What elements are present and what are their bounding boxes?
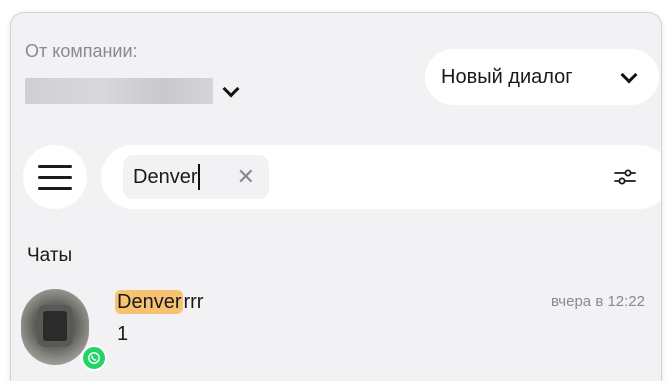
menu-bar bbox=[38, 164, 72, 168]
chat-timestamp: вчера в 12:22 bbox=[551, 293, 645, 310]
from-company-label: От компании: bbox=[25, 41, 138, 61]
menu-bar bbox=[38, 186, 72, 190]
search-bar: Denver ✕ bbox=[101, 145, 661, 209]
avatar bbox=[21, 289, 89, 365]
chevron-down-icon bbox=[222, 80, 240, 98]
chat-list-item[interactable]: Denver rrr 1 вчера в 12:22 bbox=[11, 281, 661, 381]
company-name-redacted bbox=[25, 78, 213, 104]
chats-section-title: Чаты bbox=[27, 245, 73, 266]
whatsapp-icon bbox=[81, 345, 107, 371]
search-query: Denver bbox=[133, 165, 198, 188]
chat-last-message: 1 bbox=[117, 323, 129, 345]
chat-panel: От компании: Новый диалог Denver ✕ Чаты bbox=[10, 12, 662, 381]
new-dialog-button[interactable]: Новый диалог bbox=[425, 49, 659, 105]
text-caret bbox=[198, 164, 201, 190]
sliders-icon[interactable] bbox=[613, 167, 637, 187]
new-dialog-label: Новый диалог bbox=[441, 65, 573, 88]
search-match-highlight: Denver bbox=[115, 290, 184, 314]
search-input[interactable]: Denver ✕ bbox=[123, 155, 269, 199]
close-icon[interactable]: ✕ bbox=[237, 164, 255, 190]
company-select[interactable] bbox=[25, 77, 257, 105]
hamburger-menu-icon[interactable] bbox=[23, 145, 87, 209]
chat-name-rest: rrr bbox=[183, 291, 204, 313]
chevron-down-icon bbox=[620, 66, 638, 84]
menu-bar bbox=[38, 175, 72, 179]
avatar-photo bbox=[43, 311, 67, 341]
chat-name: Denver rrr bbox=[115, 290, 204, 314]
